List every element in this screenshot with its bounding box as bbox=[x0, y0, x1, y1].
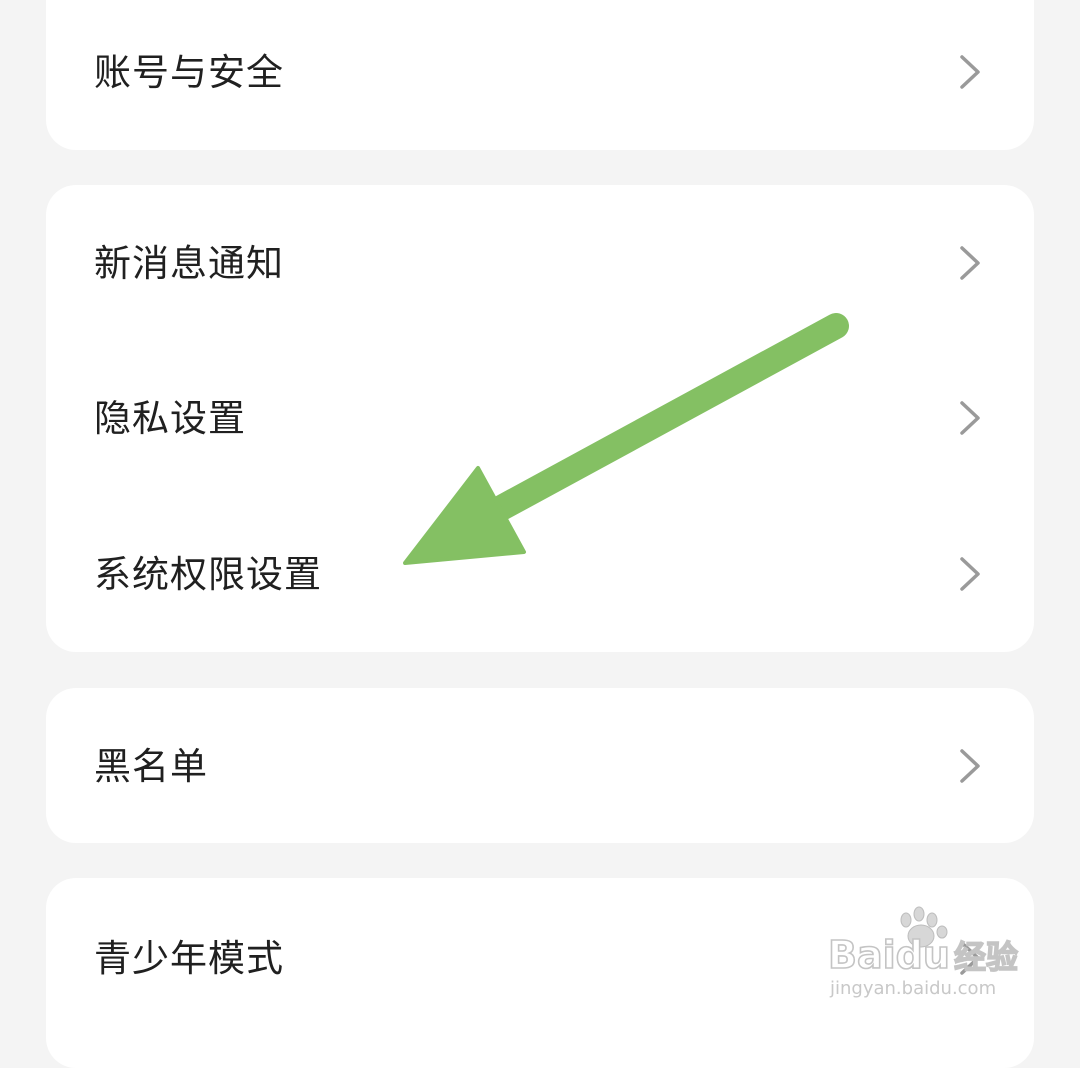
settings-item-label: 新消息通知 bbox=[94, 241, 284, 285]
settings-item-new-message-notification[interactable]: 新消息通知 bbox=[46, 213, 1034, 313]
baidu-watermark-logo-icon: Baidu 经验 jingyan.baidu.com bbox=[827, 906, 1019, 999]
chevron-right-icon bbox=[960, 55, 980, 89]
settings-item-label: 系统权限设置 bbox=[94, 552, 322, 596]
chevron-right-icon bbox=[960, 401, 980, 435]
settings-item-privacy[interactable]: 隐私设置 bbox=[46, 368, 1034, 468]
settings-group-account: 账号与安全 bbox=[46, 0, 1034, 150]
watermark-brand-suffix: 经验 bbox=[954, 938, 1018, 976]
chevron-right-icon bbox=[960, 557, 980, 591]
settings-item-label: 青少年模式 bbox=[94, 936, 284, 980]
settings-item-label: 账号与安全 bbox=[94, 50, 284, 94]
settings-item-label: 隐私设置 bbox=[94, 396, 246, 440]
settings-item-blacklist[interactable]: 黑名单 bbox=[46, 716, 1034, 816]
chevron-right-icon bbox=[960, 246, 980, 280]
settings-item-account-security[interactable]: 账号与安全 bbox=[46, 22, 1034, 122]
watermark-url: jingyan.baidu.com bbox=[829, 978, 996, 999]
chevron-right-icon bbox=[960, 749, 980, 783]
watermark-brand: Baidu bbox=[828, 933, 950, 977]
settings-group-blacklist: 黑名单 bbox=[46, 688, 1034, 843]
settings-item-label: 黑名单 bbox=[94, 744, 208, 788]
settings-group-notifications-privacy: 新消息通知 隐私设置 系统权限设置 bbox=[46, 185, 1034, 652]
settings-item-system-permissions[interactable]: 系统权限设置 bbox=[46, 524, 1034, 624]
